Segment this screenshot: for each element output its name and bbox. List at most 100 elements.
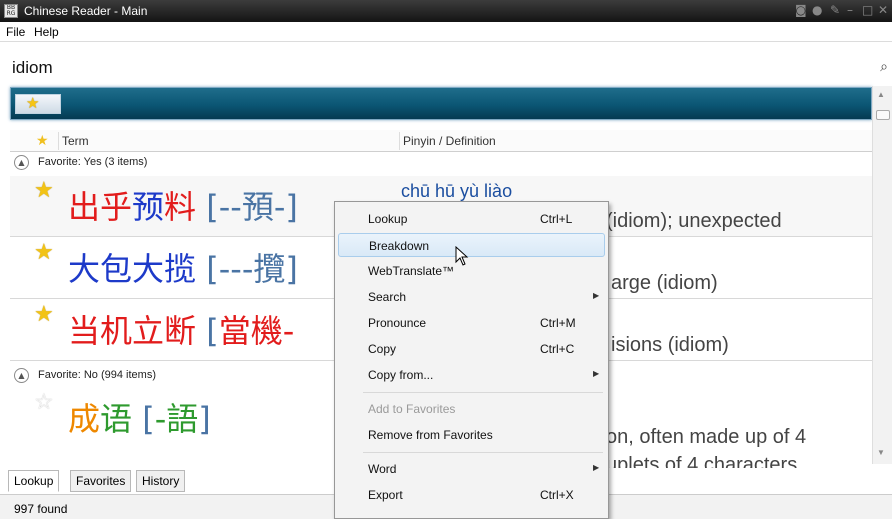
hanzi-character: 大 [68, 250, 101, 288]
menu-item-copy[interactable]: Copy Ctrl+C [338, 337, 605, 361]
vertical-scrollbar[interactable]: ▲ ▼ [872, 86, 892, 464]
menu-help[interactable]: Help [34, 25, 59, 39]
menu-item-search[interactable]: Search ▶ [338, 285, 605, 309]
hanzi-character: 断 [164, 312, 197, 350]
hanzi-character: 立 [132, 312, 165, 350]
menu-item-label: Export [368, 488, 403, 502]
menu-item-label: Breakdown [369, 239, 430, 253]
column-term[interactable]: Term [62, 134, 89, 148]
group-label: Favorite: No (994 items) [38, 369, 156, 381]
star-empty-icon[interactable]: ☆ [34, 390, 54, 415]
context-menu: Lookup Ctrl+L Breakdown WebTranslate™ Search… [334, 201, 609, 519]
hanzi-character: 语 [100, 400, 133, 438]
group-label: Favorite: Yes (3 items) [38, 156, 148, 168]
menu-item-add-to-favorites: Add to Favorites [338, 397, 605, 421]
menu-item-breakdown[interactable]: Breakdown [338, 233, 605, 257]
menu-item-shortcut: Ctrl+C [540, 342, 575, 356]
tab-favorites[interactable]: Favorites [70, 470, 132, 492]
menu-file[interactable]: File [6, 25, 25, 39]
term-characters: 成语 [-語] [68, 394, 211, 440]
pinyin: chū hū yù liào [401, 181, 513, 201]
menu-item-webtranslate[interactable]: WebTranslate™ [338, 259, 605, 283]
menu-item-label: Add to Favorites [368, 402, 456, 416]
hanzi-character: 出 [68, 188, 101, 226]
camera-icon[interactable]: ◙ [795, 3, 807, 17]
search-icon[interactable]: ⌕ [880, 59, 888, 75]
menu-item-copy-from[interactable]: Copy from... ▶ [338, 363, 605, 387]
menu-item-label: WebTranslate™ [368, 264, 455, 278]
traditional-form: [-語] [142, 400, 211, 438]
column-header: ★ Term Pinyin / Definition [10, 130, 872, 152]
hanzi-character: 乎 [100, 188, 133, 226]
star-icon[interactable]: ★ [34, 178, 54, 203]
chat-icon[interactable]: ● [812, 3, 822, 17]
search-bar: idiom ⌕ [0, 53, 892, 81]
close-icon[interactable]: ✕ [878, 3, 888, 17]
menu-item-label: Copy [368, 342, 397, 356]
toolbar-banner: ★ [10, 87, 872, 120]
menu-item-label: Search [368, 290, 407, 304]
collapse-icon[interactable]: ▲ [14, 368, 29, 383]
window-title: Chinese Reader - Main [24, 4, 148, 18]
menu-item-label: Lookup [368, 212, 408, 226]
hanzi-character: 料 [164, 188, 197, 226]
definition-line2: uplets of 4 characters [606, 454, 798, 468]
group-header-favorites-yes[interactable]: ▲ Favorite: Yes (3 items) [10, 153, 872, 173]
mouse-cursor-icon [455, 246, 469, 266]
favorites-filter-button[interactable]: ★ [15, 94, 61, 114]
submenu-arrow-icon: ▶ [593, 463, 600, 472]
menu-item-shortcut: Ctrl+M [540, 316, 576, 330]
hanzi-character: 大 [132, 250, 165, 288]
submenu-arrow-icon: ▶ [593, 369, 600, 378]
term-characters: 大包大揽 [---攬] [68, 244, 298, 290]
tab-history[interactable]: History [136, 470, 186, 492]
menu-item-export[interactable]: Export Ctrl+X [338, 483, 605, 507]
result-count: 997 found [14, 502, 68, 516]
column-divider [58, 132, 59, 150]
title-bar: BB RG Chinese Reader - Main ◙ ● ✎ – □ ✕ [0, 0, 892, 22]
wrench-icon[interactable]: ✎ [830, 3, 840, 17]
maximize-icon[interactable]: □ [862, 3, 873, 17]
hanzi-character: 包 [100, 250, 133, 288]
tab-lookup[interactable]: Lookup [8, 470, 60, 492]
menu-item-lookup[interactable]: Lookup Ctrl+L [338, 207, 605, 231]
hanzi-character: 机 [100, 312, 133, 350]
minimize-icon[interactable]: – [847, 3, 853, 17]
traditional-form: [---攬] [206, 250, 298, 288]
traditional-form: [--預-] [206, 188, 298, 226]
menu-separator [363, 392, 603, 393]
traditional-form: [當機- [206, 312, 295, 350]
scroll-down-icon[interactable]: ▼ [877, 448, 885, 457]
definition: arge (idiom) [611, 272, 718, 294]
definition: on, often made up of 4 [606, 426, 807, 448]
column-pinyin-definition[interactable]: Pinyin / Definition [403, 134, 496, 148]
term-characters: 当机立断 [當機- [68, 306, 294, 352]
search-input[interactable]: idiom [12, 58, 53, 78]
menu-item-remove-from-favorites[interactable]: Remove from Favorites [338, 423, 605, 447]
menu-item-label: Pronounce [368, 316, 427, 330]
menu-item-pronounce[interactable]: Pronounce Ctrl+M [338, 311, 605, 335]
main-window: { "window":{"title":"Chinese Reader - Ma… [0, 0, 892, 519]
definition: isions (idiom) [611, 334, 729, 356]
menu-item-label: Copy from... [368, 368, 434, 382]
collapse-icon[interactable]: ▲ [14, 155, 29, 170]
scroll-thumb[interactable] [876, 110, 890, 120]
hanzi-character: 揽 [164, 250, 197, 288]
hanzi-character: 当 [68, 312, 101, 350]
menu-item-shortcut: Ctrl+X [540, 488, 574, 502]
star-icon: ★ [26, 95, 40, 112]
star-icon[interactable]: ★ [34, 302, 54, 327]
star-column-icon[interactable]: ★ [36, 132, 49, 149]
menu-item-label: Remove from Favorites [368, 428, 493, 442]
hanzi-character: 预 [132, 188, 165, 226]
star-icon[interactable]: ★ [34, 240, 54, 265]
menu-item-word[interactable]: Word ▶ [338, 457, 605, 481]
hanzi-character: 成 [68, 400, 101, 438]
term-characters: 出乎预料 [--預-] [68, 182, 298, 228]
scroll-up-icon[interactable]: ▲ [877, 90, 885, 99]
menu-separator [363, 452, 603, 453]
menu-bar: File Help [0, 22, 892, 42]
submenu-arrow-icon: ▶ [593, 291, 600, 300]
definition: (idiom); unexpected [606, 210, 782, 232]
menu-item-shortcut: Ctrl+L [540, 212, 573, 226]
